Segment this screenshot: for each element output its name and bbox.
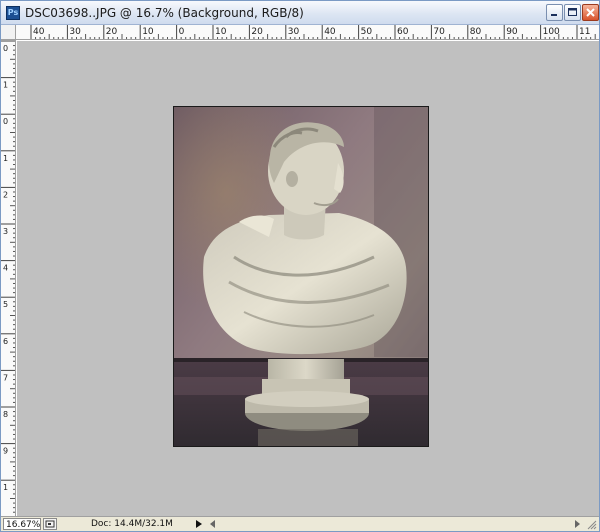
- ruler-label: 60: [397, 27, 409, 37]
- marble-bust-photo[interactable]: [173, 106, 429, 447]
- ruler-label: 80: [470, 27, 482, 37]
- ruler-origin[interactable]: [1, 25, 16, 40]
- ruler-label: 0: [179, 27, 185, 37]
- document-window: Ps DSC03698..JPG @ 16.7% (Background, RG…: [0, 0, 600, 532]
- horizontal-ruler-scale: 40 30 20 10 0 10 20 30 40 50 60 70 80 90 100 11: [30, 25, 596, 39]
- ruler-label: 30: [288, 27, 300, 37]
- right-triangle-icon[interactable]: [194, 519, 204, 529]
- ruler-label: 10: [215, 27, 227, 37]
- ruler-label: 11: [579, 27, 590, 37]
- close-button[interactable]: [582, 4, 599, 21]
- ruler-label: 50: [361, 27, 373, 37]
- maximize-button[interactable]: [564, 4, 581, 21]
- ruler-label: 3: [3, 227, 8, 236]
- ruler-label: 1: [3, 154, 8, 163]
- ruler-label: 20: [106, 27, 118, 37]
- ruler-label: 4: [3, 264, 8, 273]
- ruler-label: 30: [69, 27, 81, 37]
- ruler-label: 0: [3, 117, 8, 126]
- resize-grip-icon[interactable]: [585, 518, 597, 530]
- window-title: DSC03698..JPG @ 16.7% (Background, RGB/8…: [25, 6, 304, 20]
- minimize-button[interactable]: [546, 4, 563, 21]
- ruler-label: 10: [142, 27, 154, 37]
- photoshop-document-icon[interactable]: Ps: [6, 6, 20, 20]
- ruler-label: 6: [3, 337, 8, 346]
- ruler-label: 1: [3, 81, 8, 90]
- ruler-label: 1: [3, 483, 8, 492]
- minimize-icon: [551, 14, 557, 16]
- ruler-label: 90: [506, 27, 518, 37]
- scroll-right-icon[interactable]: [571, 518, 583, 530]
- ruler-label: 2: [3, 190, 8, 199]
- close-icon: [586, 8, 595, 17]
- ruler-label: 5: [3, 300, 8, 309]
- ruler-label: 40: [324, 27, 336, 37]
- ruler-label: 20: [251, 27, 263, 37]
- document-canvas[interactable]: [17, 41, 599, 516]
- ruler-label: 8: [3, 410, 8, 419]
- ruler-label: 100: [543, 27, 560, 37]
- horizontal-ruler[interactable]: 40 30 20 10 0 10 20 30 40 50 60 70 80 90 100 11: [16, 25, 599, 40]
- scroll-left-icon[interactable]: [207, 518, 219, 530]
- document-status-button[interactable]: [43, 518, 57, 530]
- ruler-label: 70: [433, 27, 445, 37]
- vertical-ruler[interactable]: 0 1 0 1 2 3 4 5 6 7 8 9 1: [1, 40, 16, 516]
- maximize-icon: [568, 8, 577, 16]
- ruler-label: 0: [3, 44, 8, 53]
- zoom-level-field[interactable]: 16.67%: [3, 518, 41, 530]
- ruler-label: 40: [33, 27, 45, 37]
- status-bar: 16.67% Doc: 14.4M/32.1M: [1, 516, 599, 531]
- ruler-label: 9: [3, 447, 8, 456]
- document-size-info: Doc: 14.4M/32.1M: [91, 519, 173, 529]
- marble-bust-image: [174, 107, 428, 446]
- vertical-ruler-scale: 0 1 0 1 2 3 4 5 6 7 8 9 1: [1, 40, 15, 513]
- horizontal-scrollbar[interactable]: [207, 518, 583, 530]
- ruler-label: 7: [3, 373, 8, 382]
- title-bar[interactable]: Ps DSC03698..JPG @ 16.7% (Background, RG…: [1, 1, 599, 25]
- document-status-icon: [45, 520, 55, 528]
